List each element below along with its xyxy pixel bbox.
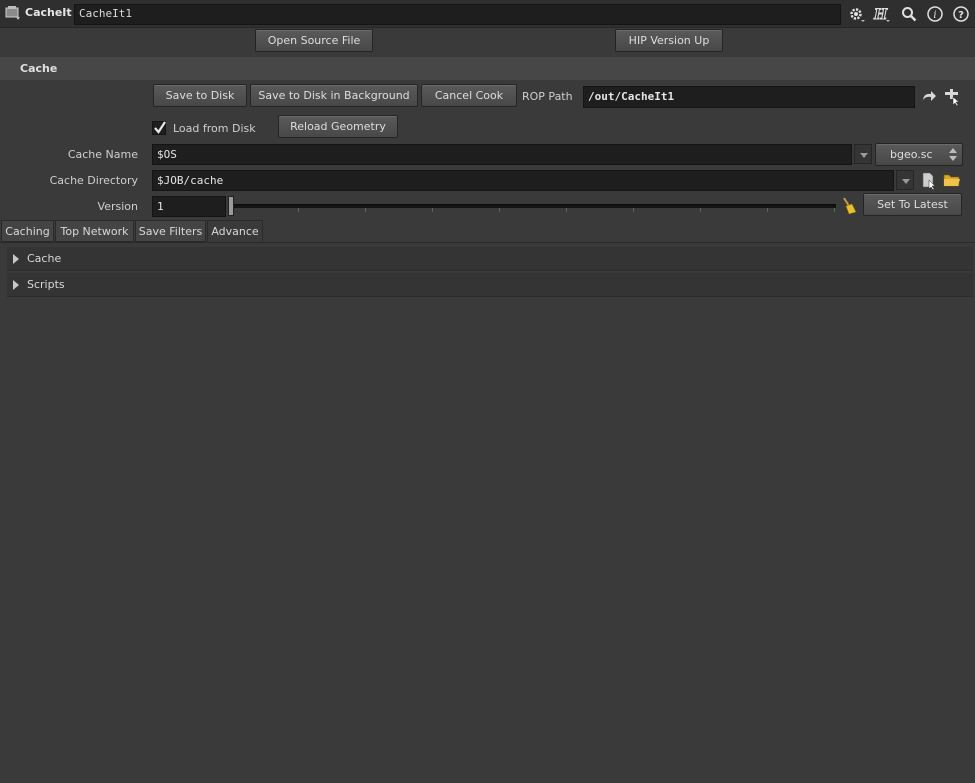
expand-arrow-icon [13, 280, 19, 290]
expand-arrow-icon [13, 254, 19, 264]
rop-path-field[interactable]: /out/CacheIt1 [583, 86, 915, 108]
folder-icon[interactable] [943, 172, 961, 188]
info-icon[interactable]: i [926, 5, 944, 23]
cache-name-field[interactable]: $OS [152, 144, 852, 165]
rop-path-label: ROP Path [522, 90, 573, 103]
version-slider-track[interactable] [230, 204, 836, 208]
section-title: Cache [20, 62, 58, 75]
cache-directory-field[interactable]: $JOB/cache [152, 170, 894, 191]
cache-name-label: Cache Name [67, 148, 138, 161]
up-down-arrows-icon [949, 148, 957, 161]
slider-tick [834, 208, 835, 212]
jump-to-operator-icon[interactable] [921, 89, 937, 105]
file-chooser-icon[interactable] [920, 172, 938, 190]
cache-directory-label: Cache Directory [49, 174, 138, 187]
version-slider-handle[interactable] [228, 196, 234, 216]
parameter-header: CacheIt CacheIt1 H i ? [0, 0, 975, 28]
folder-label: Scripts [27, 278, 65, 291]
help-icon[interactable]: ? [952, 5, 970, 23]
slider-tick [767, 208, 768, 212]
node-type-label: CacheIt [25, 6, 72, 19]
version-field[interactable]: 1 [152, 196, 226, 217]
slider-tick [499, 208, 500, 212]
cache-format-value: bgeo.sc [890, 148, 933, 161]
operator-chooser-icon[interactable] [943, 88, 961, 106]
node-type-icon[interactable] [5, 6, 21, 20]
save-to-disk-button[interactable]: Save to Disk [153, 84, 247, 107]
tab-caching[interactable]: Caching [1, 220, 54, 242]
slider-tick [365, 208, 366, 212]
svg-text:?: ? [958, 10, 964, 21]
checkmark-icon [154, 121, 166, 134]
folder-scripts[interactable]: Scripts [7, 273, 973, 297]
load-from-disk-checkbox[interactable] [152, 121, 166, 135]
gear-icon[interactable] [848, 5, 866, 23]
slider-tick [298, 208, 299, 212]
houdini-help-icon[interactable]: H [873, 5, 891, 23]
set-to-latest-button[interactable]: Set To Latest [863, 193, 962, 216]
slider-tick [700, 208, 701, 212]
cache-format-select[interactable]: bgeo.sc [875, 143, 963, 166]
node-name-field[interactable]: CacheIt1 [74, 4, 841, 25]
reload-geometry-button[interactable]: Reload Geometry [278, 115, 398, 138]
cache-directory-dropdown[interactable] [896, 170, 914, 190]
cache-name-dropdown[interactable] [854, 144, 872, 164]
cache-section-bar: Cache [0, 57, 975, 80]
tab-save-filters[interactable]: Save Filters [135, 220, 206, 242]
broom-icon[interactable] [841, 197, 857, 215]
svg-text:i: i [933, 10, 936, 21]
folder-label: Cache [27, 252, 62, 265]
tab-advance[interactable]: Advance [207, 220, 263, 242]
slider-tick [566, 208, 567, 212]
load-from-disk-label: Load from Disk [173, 122, 256, 135]
cancel-cook-button[interactable]: Cancel Cook [421, 84, 517, 107]
slider-tick [432, 208, 433, 212]
slider-tick [633, 208, 634, 212]
tab-top-network[interactable]: Top Network [55, 220, 134, 242]
save-to-disk-background-button[interactable]: Save to Disk in Background [250, 84, 418, 107]
hip-version-up-button[interactable]: HIP Version Up [615, 29, 723, 52]
parameter-tabs: Caching Top Network Save Filters Advance [0, 220, 975, 243]
folder-cache[interactable]: Cache [7, 247, 973, 271]
open-source-file-button[interactable]: Open Source File [255, 29, 373, 52]
search-icon[interactable] [900, 5, 918, 23]
svg-text:H: H [873, 7, 888, 23]
version-label: Version [97, 200, 138, 213]
